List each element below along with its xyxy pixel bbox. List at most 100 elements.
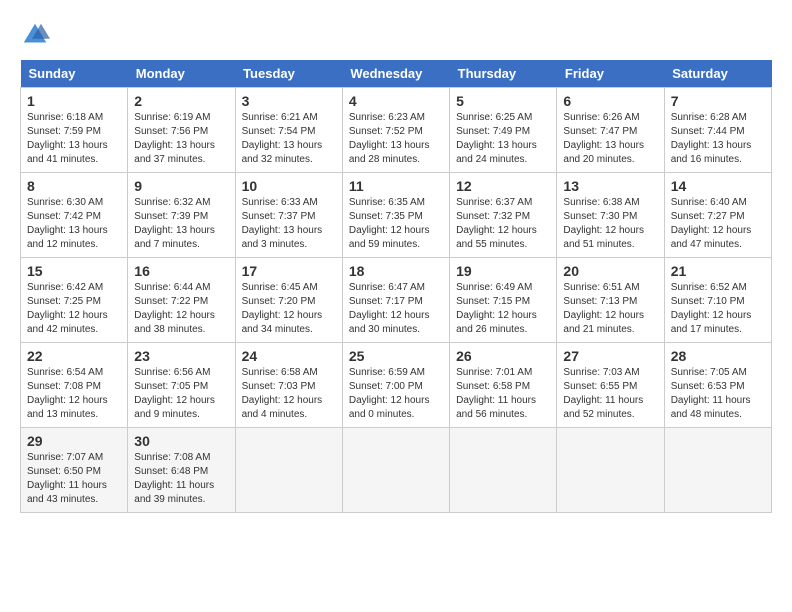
day-cell: 6 Sunrise: 6:26 AM Sunset: 7:47 PM Daylig… [557, 88, 664, 173]
day-info: Sunrise: 7:08 AM Sunset: 6:48 PM Dayligh… [134, 451, 228, 507]
day-cell [235, 428, 342, 513]
header-cell-monday: Monday [128, 60, 235, 88]
day-cell: 4Sunrise: 6:23 AM Sunset: 7:52 PM Daylig… [342, 88, 449, 173]
calendar-table: SundayMondayTuesdayWednesdayThursdayFrid… [20, 60, 772, 513]
day-cell: 12Sunrise: 6:37 AM Sunset: 7:32 PM Dayli… [450, 173, 557, 258]
day-info: Sunrise: 6:28 AM Sunset: 7:44 PM Dayligh… [671, 111, 765, 167]
day-number: 29 [27, 433, 121, 449]
day-info: Sunrise: 7:03 AM Sunset: 6:55 PM Dayligh… [563, 366, 657, 422]
day-info: Sunrise: 7:01 AM Sunset: 6:58 PM Dayligh… [456, 366, 550, 422]
week-row-1: 1 Sunrise: 6:18 AM Sunset: 7:59 PM Daylig… [21, 88, 772, 173]
day-cell: 1 Sunrise: 6:18 AM Sunset: 7:59 PM Daylig… [21, 88, 128, 173]
day-number: 14 [671, 178, 765, 194]
day-number: 21 [671, 263, 765, 279]
week-row-4: 22 Sunrise: 6:54 AM Sunset: 7:08 PM Dayli… [21, 343, 772, 428]
header-row: SundayMondayTuesdayWednesdayThursdayFrid… [21, 60, 772, 88]
day-number: 7 [671, 93, 765, 109]
day-info: Sunrise: 6:19 AM Sunset: 7:56 PM Dayligh… [134, 111, 228, 167]
day-number: 8 [27, 178, 121, 194]
day-number: 25 [349, 348, 443, 364]
day-info: Sunrise: 6:32 AM Sunset: 7:39 PM Dayligh… [134, 196, 228, 252]
header-cell-thursday: Thursday [450, 60, 557, 88]
day-info: Sunrise: 6:38 AM Sunset: 7:30 PM Dayligh… [563, 196, 657, 252]
day-info: Sunrise: 6:51 AM Sunset: 7:13 PM Dayligh… [563, 281, 657, 337]
day-cell: 15Sunrise: 6:42 AM Sunset: 7:25 PM Dayli… [21, 258, 128, 343]
day-cell: 11 Sunrise: 6:35 AM Sunset: 7:35 PM Dayli… [342, 173, 449, 258]
day-number: 23 [134, 348, 228, 364]
day-number: 13 [563, 178, 657, 194]
day-info: Sunrise: 6:33 AM Sunset: 7:37 PM Dayligh… [242, 196, 336, 252]
day-cell [342, 428, 449, 513]
logo-icon [20, 20, 50, 50]
day-info: Sunrise: 6:44 AM Sunset: 7:22 PM Dayligh… [134, 281, 228, 337]
header-cell-friday: Friday [557, 60, 664, 88]
day-cell [664, 428, 771, 513]
day-cell: 14 Sunrise: 6:40 AM Sunset: 7:27 PM Dayli… [664, 173, 771, 258]
day-cell: 10 Sunrise: 6:33 AM Sunset: 7:37 PM Dayli… [235, 173, 342, 258]
day-number: 19 [456, 263, 550, 279]
day-info: Sunrise: 7:07 AM Sunset: 6:50 PM Dayligh… [27, 451, 121, 507]
day-cell: 2 Sunrise: 6:19 AM Sunset: 7:56 PM Daylig… [128, 88, 235, 173]
day-cell: 22 Sunrise: 6:54 AM Sunset: 7:08 PM Dayli… [21, 343, 128, 428]
day-info: Sunrise: 6:59 AM Sunset: 7:00 PM Dayligh… [349, 366, 443, 422]
day-info: Sunrise: 6:40 AM Sunset: 7:27 PM Dayligh… [671, 196, 765, 252]
day-info: Sunrise: 6:30 AM Sunset: 7:42 PM Dayligh… [27, 196, 121, 252]
day-info: Sunrise: 6:58 AM Sunset: 7:03 PM Dayligh… [242, 366, 336, 422]
day-number: 2 [134, 93, 228, 109]
day-info: Sunrise: 7:05 AM Sunset: 6:53 PM Dayligh… [671, 366, 765, 422]
day-cell: 25 Sunrise: 6:59 AM Sunset: 7:00 PM Dayli… [342, 343, 449, 428]
day-cell: 17 Sunrise: 6:45 AM Sunset: 7:20 PM Dayli… [235, 258, 342, 343]
day-cell: 21 Sunrise: 6:52 AM Sunset: 7:10 PM Dayli… [664, 258, 771, 343]
day-info: Sunrise: 6:47 AM Sunset: 7:17 PM Dayligh… [349, 281, 443, 337]
day-number: 10 [242, 178, 336, 194]
logo [20, 20, 54, 50]
day-cell: 18 Sunrise: 6:47 AM Sunset: 7:17 PM Dayli… [342, 258, 449, 343]
day-info: Sunrise: 6:26 AM Sunset: 7:47 PM Dayligh… [563, 111, 657, 167]
day-number: 27 [563, 348, 657, 364]
day-cell: 16 Sunrise: 6:44 AM Sunset: 7:22 PM Dayli… [128, 258, 235, 343]
day-cell: 30 Sunrise: 7:08 AM Sunset: 6:48 PM Dayli… [128, 428, 235, 513]
day-number: 30 [134, 433, 228, 449]
day-cell: 23 Sunrise: 6:56 AM Sunset: 7:05 PM Dayli… [128, 343, 235, 428]
day-info: Sunrise: 6:18 AM Sunset: 7:59 PM Dayligh… [27, 111, 121, 167]
day-cell: 9 Sunrise: 6:32 AM Sunset: 7:39 PM Daylig… [128, 173, 235, 258]
header-cell-wednesday: Wednesday [342, 60, 449, 88]
day-number: 20 [563, 263, 657, 279]
day-info: Sunrise: 6:21 AM Sunset: 7:54 PM Dayligh… [242, 111, 336, 167]
day-cell: 29 Sunrise: 7:07 AM Sunset: 6:50 PM Dayli… [21, 428, 128, 513]
day-cell [557, 428, 664, 513]
day-info: Sunrise: 6:54 AM Sunset: 7:08 PM Dayligh… [27, 366, 121, 422]
day-info: Sunrise: 6:52 AM Sunset: 7:10 PM Dayligh… [671, 281, 765, 337]
day-cell: 19 Sunrise: 6:49 AM Sunset: 7:15 PM Dayli… [450, 258, 557, 343]
day-cell: 24 Sunrise: 6:58 AM Sunset: 7:03 PM Dayli… [235, 343, 342, 428]
day-number: 11 [349, 178, 443, 194]
day-cell: 28Sunrise: 7:05 AM Sunset: 6:53 PM Dayli… [664, 343, 771, 428]
day-info: Sunrise: 6:56 AM Sunset: 7:05 PM Dayligh… [134, 366, 228, 422]
day-cell: 13 Sunrise: 6:38 AM Sunset: 7:30 PM Dayli… [557, 173, 664, 258]
day-number: 5 [456, 93, 550, 109]
day-number: 3 [242, 93, 336, 109]
header-cell-tuesday: Tuesday [235, 60, 342, 88]
day-number: 16 [134, 263, 228, 279]
day-number: 9 [134, 178, 228, 194]
day-cell: 7 Sunrise: 6:28 AM Sunset: 7:44 PM Daylig… [664, 88, 771, 173]
week-row-3: 15Sunrise: 6:42 AM Sunset: 7:25 PM Dayli… [21, 258, 772, 343]
day-number: 1 [27, 93, 121, 109]
week-row-2: 8 Sunrise: 6:30 AM Sunset: 7:42 PM Daylig… [21, 173, 772, 258]
day-number: 12 [456, 178, 550, 194]
day-info: Sunrise: 6:45 AM Sunset: 7:20 PM Dayligh… [242, 281, 336, 337]
day-info: Sunrise: 6:23 AM Sunset: 7:52 PM Dayligh… [349, 111, 443, 167]
day-number: 26 [456, 348, 550, 364]
day-info: Sunrise: 6:49 AM Sunset: 7:15 PM Dayligh… [456, 281, 550, 337]
day-number: 24 [242, 348, 336, 364]
day-number: 22 [27, 348, 121, 364]
day-number: 18 [349, 263, 443, 279]
day-cell: 26 Sunrise: 7:01 AM Sunset: 6:58 PM Dayli… [450, 343, 557, 428]
day-number: 17 [242, 263, 336, 279]
day-number: 6 [563, 93, 657, 109]
header-cell-sunday: Sunday [21, 60, 128, 88]
day-info: Sunrise: 6:35 AM Sunset: 7:35 PM Dayligh… [349, 196, 443, 252]
day-cell: 5Sunrise: 6:25 AM Sunset: 7:49 PM Daylig… [450, 88, 557, 173]
day-info: Sunrise: 6:42 AM Sunset: 7:25 PM Dayligh… [27, 281, 121, 337]
day-cell: 27 Sunrise: 7:03 AM Sunset: 6:55 PM Dayli… [557, 343, 664, 428]
